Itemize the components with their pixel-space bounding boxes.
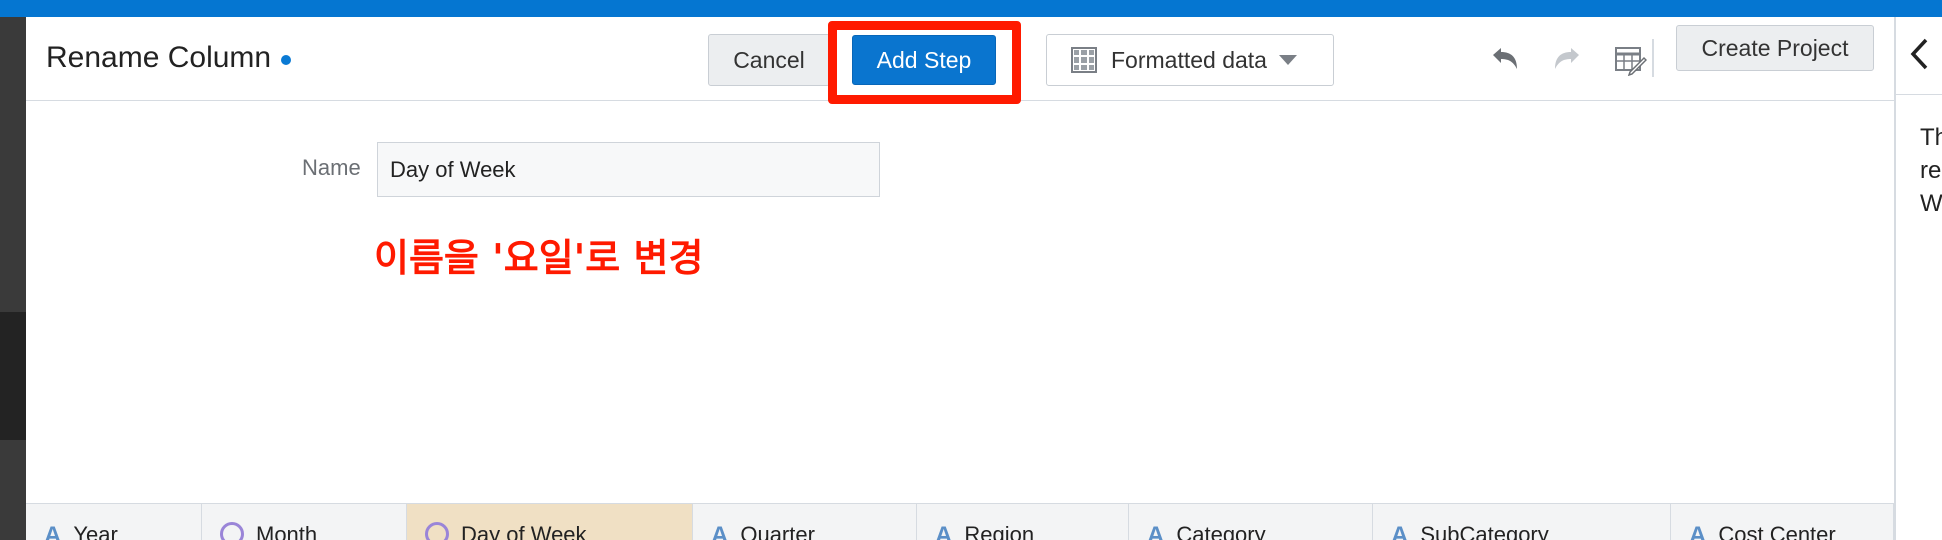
page-title: Rename Column	[46, 41, 292, 75]
right-panel-line: Th	[1920, 124, 1942, 151]
text-type-icon: A	[1147, 522, 1165, 540]
left-sidebar-strip	[0, 17, 26, 540]
right-panel-line: W	[1920, 190, 1942, 217]
text-type-icon: A	[1391, 522, 1409, 540]
top-accent-bar	[0, 0, 1942, 17]
annotation-text: 이름을 '요일'로 변경	[374, 236, 704, 280]
format-dropdown[interactable]: Formatted data	[1046, 34, 1334, 86]
format-dropdown-label: Formatted data	[1111, 46, 1267, 73]
column-label: Year	[73, 522, 118, 540]
column-header-region[interactable]: A Region	[917, 504, 1129, 540]
page-title-text: Rename Column	[46, 41, 272, 74]
column-header-quarter[interactable]: A Quarter	[693, 504, 917, 540]
text-type-icon: A	[935, 522, 953, 540]
right-panel-line: re	[1920, 157, 1942, 184]
unsaved-indicator-dot	[281, 55, 292, 65]
redo-icon[interactable]	[1548, 42, 1588, 78]
edit-table-icon[interactable]	[1610, 42, 1650, 78]
name-input[interactable]	[377, 142, 880, 197]
name-label: Name	[302, 155, 361, 180]
column-label: Cost Center	[1718, 522, 1836, 540]
column-header-bar: A Year Month Day of Week A Quarter A Reg…	[26, 503, 1894, 540]
column-label: Day of Week	[461, 522, 587, 540]
caret-down-icon	[1278, 55, 1297, 65]
column-label: Category	[1176, 522, 1266, 540]
column-header-category[interactable]: A Category	[1129, 504, 1373, 540]
column-header-day-of-week[interactable]: Day of Week	[407, 504, 693, 540]
column-header-subcategory[interactable]: A SubCategory	[1373, 504, 1671, 540]
step-header: Rename Column Cancel Add Step Formatted …	[26, 17, 1894, 104]
chevron-left-icon[interactable]	[1908, 37, 1930, 76]
cancel-button[interactable]: Cancel	[708, 34, 830, 86]
toolbar-separator	[1652, 39, 1654, 77]
text-type-icon: A	[1689, 522, 1707, 540]
clock-icon	[220, 522, 244, 540]
column-label: Month	[256, 522, 318, 540]
text-type-icon: A	[711, 522, 729, 540]
right-properties-panel: Th re W	[1894, 17, 1942, 540]
text-type-icon: A	[44, 522, 62, 540]
highlight-box	[828, 21, 1021, 104]
right-panel-header	[1896, 17, 1942, 95]
column-label: Quarter	[740, 522, 815, 540]
clock-icon	[425, 522, 449, 540]
right-panel-text: Th re W	[1920, 121, 1942, 220]
main-panel: Rename Column Cancel Add Step Formatted …	[26, 17, 1894, 540]
column-label: Region	[964, 522, 1035, 540]
column-header-cost-center[interactable]: A Cost Center	[1671, 504, 1894, 540]
sidebar-dark-section	[0, 312, 26, 440]
undo-icon[interactable]	[1484, 42, 1524, 78]
column-label: SubCategory	[1420, 522, 1549, 540]
column-header-month[interactable]: Month	[202, 504, 407, 540]
create-project-button[interactable]: Create Project	[1676, 25, 1874, 71]
column-header-year[interactable]: A Year	[26, 504, 202, 540]
grid-icon	[1071, 47, 1097, 73]
